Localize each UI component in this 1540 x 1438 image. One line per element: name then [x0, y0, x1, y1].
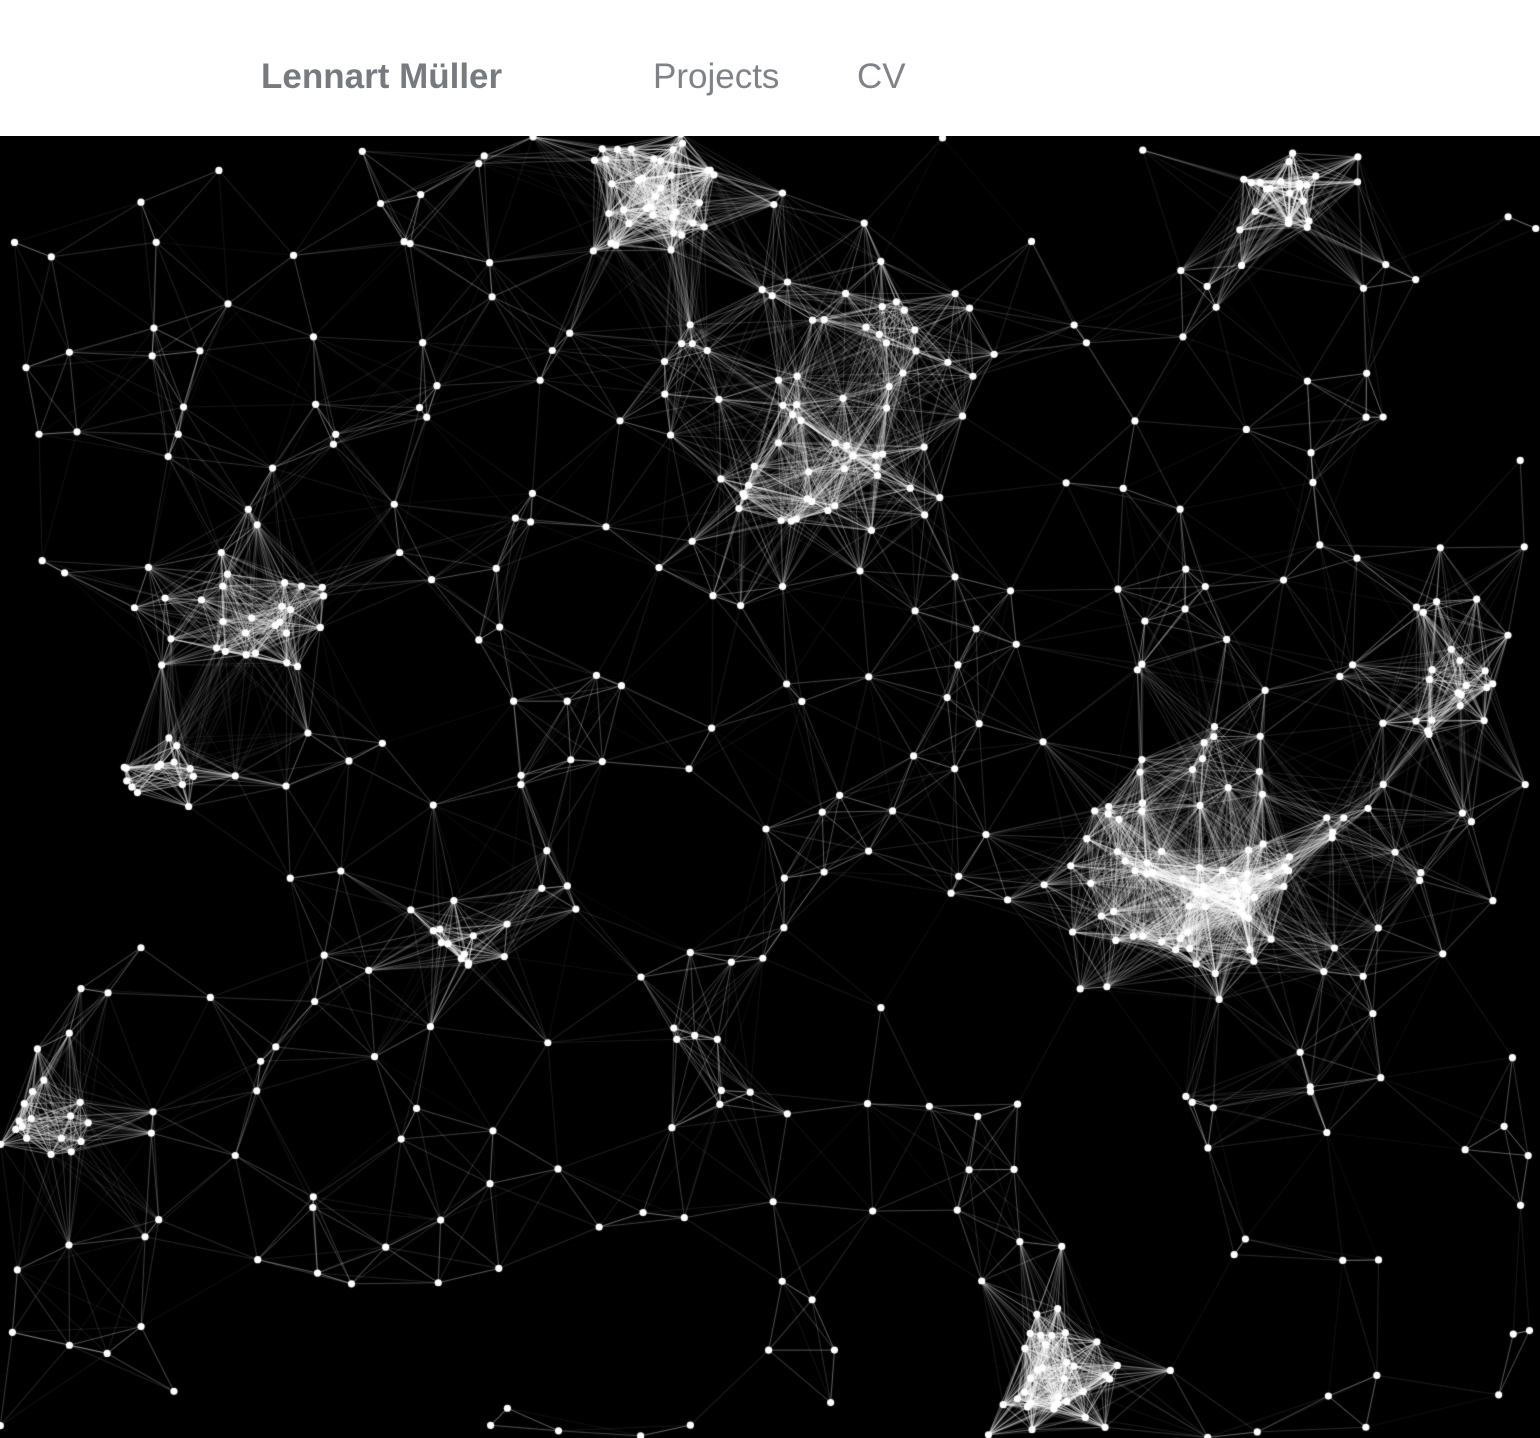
- nav-link-projects[interactable]: Projects: [653, 56, 779, 98]
- nav-link-cv[interactable]: CV: [857, 56, 906, 98]
- particle-network-canvas: [0, 136, 1540, 1438]
- brand-link[interactable]: Lennart Müller: [261, 56, 502, 98]
- hero-particle-network: [0, 136, 1540, 1438]
- site-header: Lennart Müller Projects CV: [0, 0, 1540, 136]
